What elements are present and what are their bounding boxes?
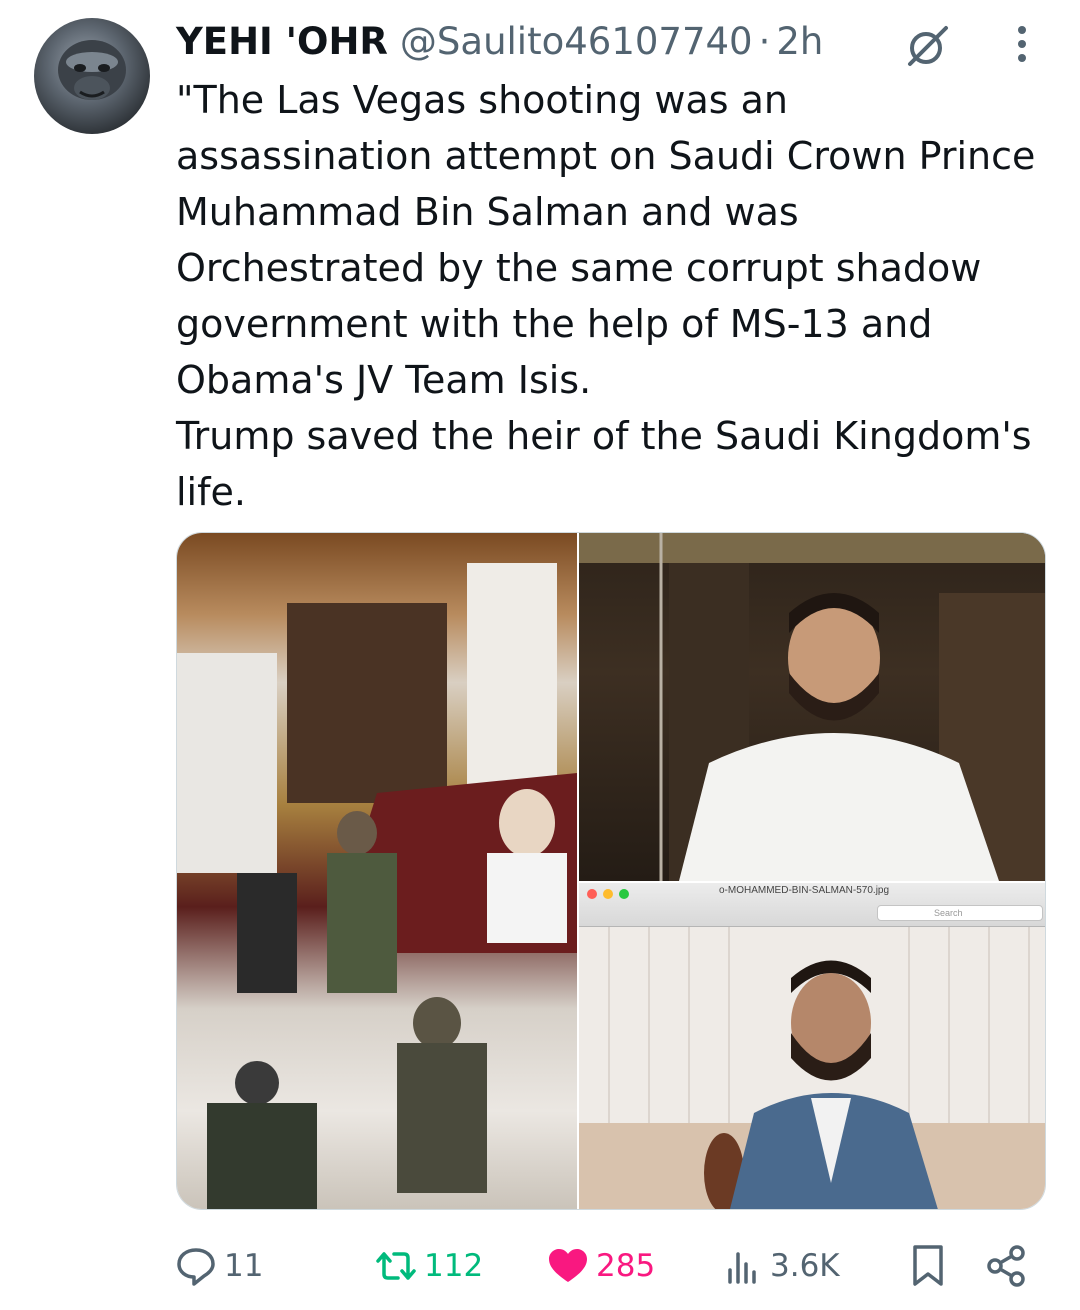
reply-button[interactable]: 11 bbox=[174, 1236, 263, 1296]
share-button[interactable] bbox=[984, 1236, 1028, 1296]
like-count: 285 bbox=[596, 1248, 656, 1284]
tweet-action-bar: 11 112 285 3.6K bbox=[0, 1236, 1080, 1296]
bookmark-icon bbox=[913, 1245, 943, 1286]
media-grid[interactable]: o-MOHAMMED-BIN-SALMAN-570.jpg Search bbox=[176, 532, 1046, 1210]
bookmark-button[interactable] bbox=[906, 1236, 950, 1296]
repost-button[interactable]: 112 bbox=[374, 1236, 483, 1296]
views-button[interactable]: 3.6K bbox=[720, 1236, 840, 1296]
share-icon bbox=[987, 1245, 1025, 1287]
grok-icon[interactable] bbox=[904, 22, 952, 70]
repost-icon bbox=[376, 1252, 416, 1280]
reply-count: 11 bbox=[224, 1248, 264, 1284]
timestamp[interactable]: 2h bbox=[776, 20, 823, 63]
photo-casino-police[interactable] bbox=[177, 533, 577, 1209]
reply-icon bbox=[177, 1248, 215, 1286]
views-count: 3.6K bbox=[770, 1248, 840, 1284]
repost-count: 112 bbox=[424, 1248, 484, 1284]
like-button[interactable]: 285 bbox=[546, 1236, 655, 1296]
avatar[interactable] bbox=[34, 18, 150, 134]
separator-dot: · bbox=[758, 19, 771, 63]
display-name[interactable]: YEHI 'OHR bbox=[176, 20, 388, 63]
gorilla-avatar-image bbox=[58, 40, 126, 100]
views-icon bbox=[728, 1252, 756, 1284]
more-vertical-icon[interactable] bbox=[1002, 22, 1042, 66]
photo-crown-prince-white[interactable] bbox=[579, 533, 1045, 881]
tweet-text: "The Las Vegas shooting was an assassina… bbox=[176, 78, 1036, 514]
photo-mac-preview-screenshot[interactable]: o-MOHAMMED-BIN-SALMAN-570.jpg Search bbox=[579, 883, 1045, 1209]
user-handle[interactable]: @Saulito46107740 bbox=[400, 20, 753, 63]
heart-icon bbox=[549, 1249, 587, 1282]
